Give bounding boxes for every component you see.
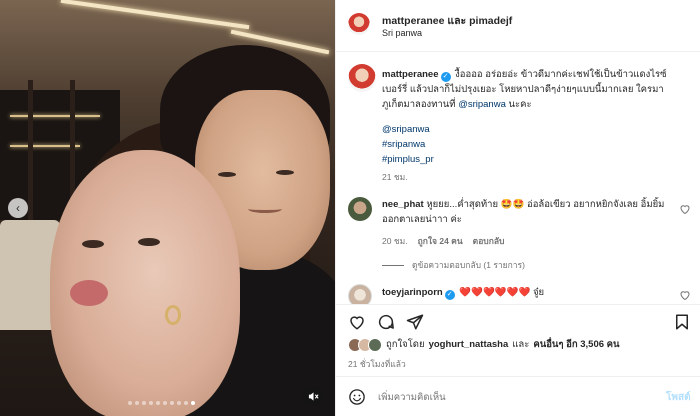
post-media[interactable]: ‹ [0,0,335,416]
carousel-dot [170,401,174,405]
comment: toeyjarinporn ✓ ❤️❤️❤️❤️❤️❤️ จู๋ย [382,285,672,300]
comment-time: 20 ชม. [382,236,408,246]
action-bar [336,304,700,336]
comment-like-icon[interactable] [679,203,691,215]
likes-summary: ถูกใจโดย yoghurt_nattasha และ คนอื่นๆ อี… [348,337,620,352]
post-header: mattperanee และ pimadejf Sri panwa [336,0,700,52]
carousel-dot [156,401,160,405]
comment-like-icon[interactable] [679,289,691,301]
woman-eye [82,240,104,248]
window-light [10,115,100,117]
verified-icon: ✓ [440,72,451,82]
carousel-dot [191,401,195,405]
carousel-dot [128,401,132,405]
caption: mattperanee ✓ งื้ออออ อร่อยอ่ะ ข้าวดีมากค… [382,67,682,112]
comments-section: mattperanee ✓ งื้ออออ อร่อยอ่ะ ข้าวดีมากค… [336,52,700,304]
avatar[interactable] [348,13,370,35]
comment-input[interactable] [378,385,628,409]
pillar [28,80,33,240]
comment-text: หูยยย...ค่ำสุดท้าย 🤩🤩 อ่อล้อเขียว อยากหย… [382,199,665,225]
carousel-dot [142,401,146,405]
post-timestamp[interactable]: 21 ชั่วโมงที่แล้ว [348,357,406,371]
carousel-dot [135,401,139,405]
likes-others[interactable]: คนอื่นๆ อีก 3,506 คน [533,337,619,352]
comment-likes[interactable]: ถูกใจ 24 คน [418,234,463,248]
verified-icon: ✓ [444,290,455,300]
likes-user[interactable]: yoghurt_nattasha [429,339,509,350]
post-button[interactable]: โพสต์ [666,390,691,405]
share-icon[interactable] [406,313,424,331]
avatar [368,337,382,352]
emoji-icon[interactable] [348,388,366,406]
add-comment-bar: โพสต์ [336,376,700,416]
man-smile [248,205,282,213]
comment-avatar[interactable] [348,284,372,304]
likes-conj: และ [512,339,530,350]
caption-time: 21 ชม. [382,172,408,182]
view-replies-button[interactable]: ดูข้อความตอบกลับ (1 รายการ) [382,258,525,272]
comment-meta: 20 ชม. ถูกใจ 24 คน ตอบกลับ [382,234,504,248]
mute-button[interactable] [303,386,323,406]
post-location[interactable]: Sri panwa [382,28,422,38]
replies-divider [382,264,404,266]
comment-username[interactable]: nee_phat [382,199,424,210]
comment-avatar[interactable] [348,197,372,221]
caption-username[interactable]: mattperanee [382,69,439,80]
view-replies-label: ดูข้อความตอบกลับ (1 รายการ) [412,260,525,270]
bookmark-icon[interactable] [673,313,691,331]
comment: nee_phat หูยยย...ค่ำสุดท้าย 🤩🤩 อ่อล้อเขี… [382,197,672,227]
caption-mention[interactable]: @sripanwa [458,99,506,110]
carousel-dot [149,401,153,405]
comment-icon[interactable] [377,313,395,331]
man-eye [218,172,236,177]
tag-link[interactable]: @sripanwa [382,122,434,137]
comment-username[interactable]: toeyjarinporn [382,287,443,298]
speaker-muted-icon [308,391,319,401]
post-author[interactable]: mattperanee และ pimadejf [382,12,512,29]
carousel-dots [128,401,195,405]
woman-eye [138,238,160,246]
man-eye [276,170,294,175]
tag-link[interactable]: #sripanwa [382,137,434,152]
chevron-left-icon: ‹ [16,201,20,215]
carousel-dot [177,401,181,405]
carousel-dot [163,401,167,405]
caption-tags: @sripanwa #sripanwa #pimplus_pr [382,122,434,167]
reply-button[interactable]: ตอบกลับ [473,234,505,248]
liker-avatars [348,337,382,352]
woman-lips [70,280,108,306]
post-panel: mattperanee และ pimadejf Sri panwa mattp… [335,0,700,416]
caption-suffix: นะคะ [508,99,532,110]
like-icon[interactable] [348,313,366,331]
carousel-dot [184,401,188,405]
tag-link[interactable]: #pimplus_pr [382,152,434,167]
carousel-prev-button[interactable]: ‹ [8,198,28,218]
likes-prefix: ถูกใจโดย [386,339,425,350]
caption-avatar[interactable] [348,64,376,92]
comment-text: ❤️❤️❤️❤️❤️❤️ จู๋ย [459,287,545,298]
earring [165,305,181,325]
